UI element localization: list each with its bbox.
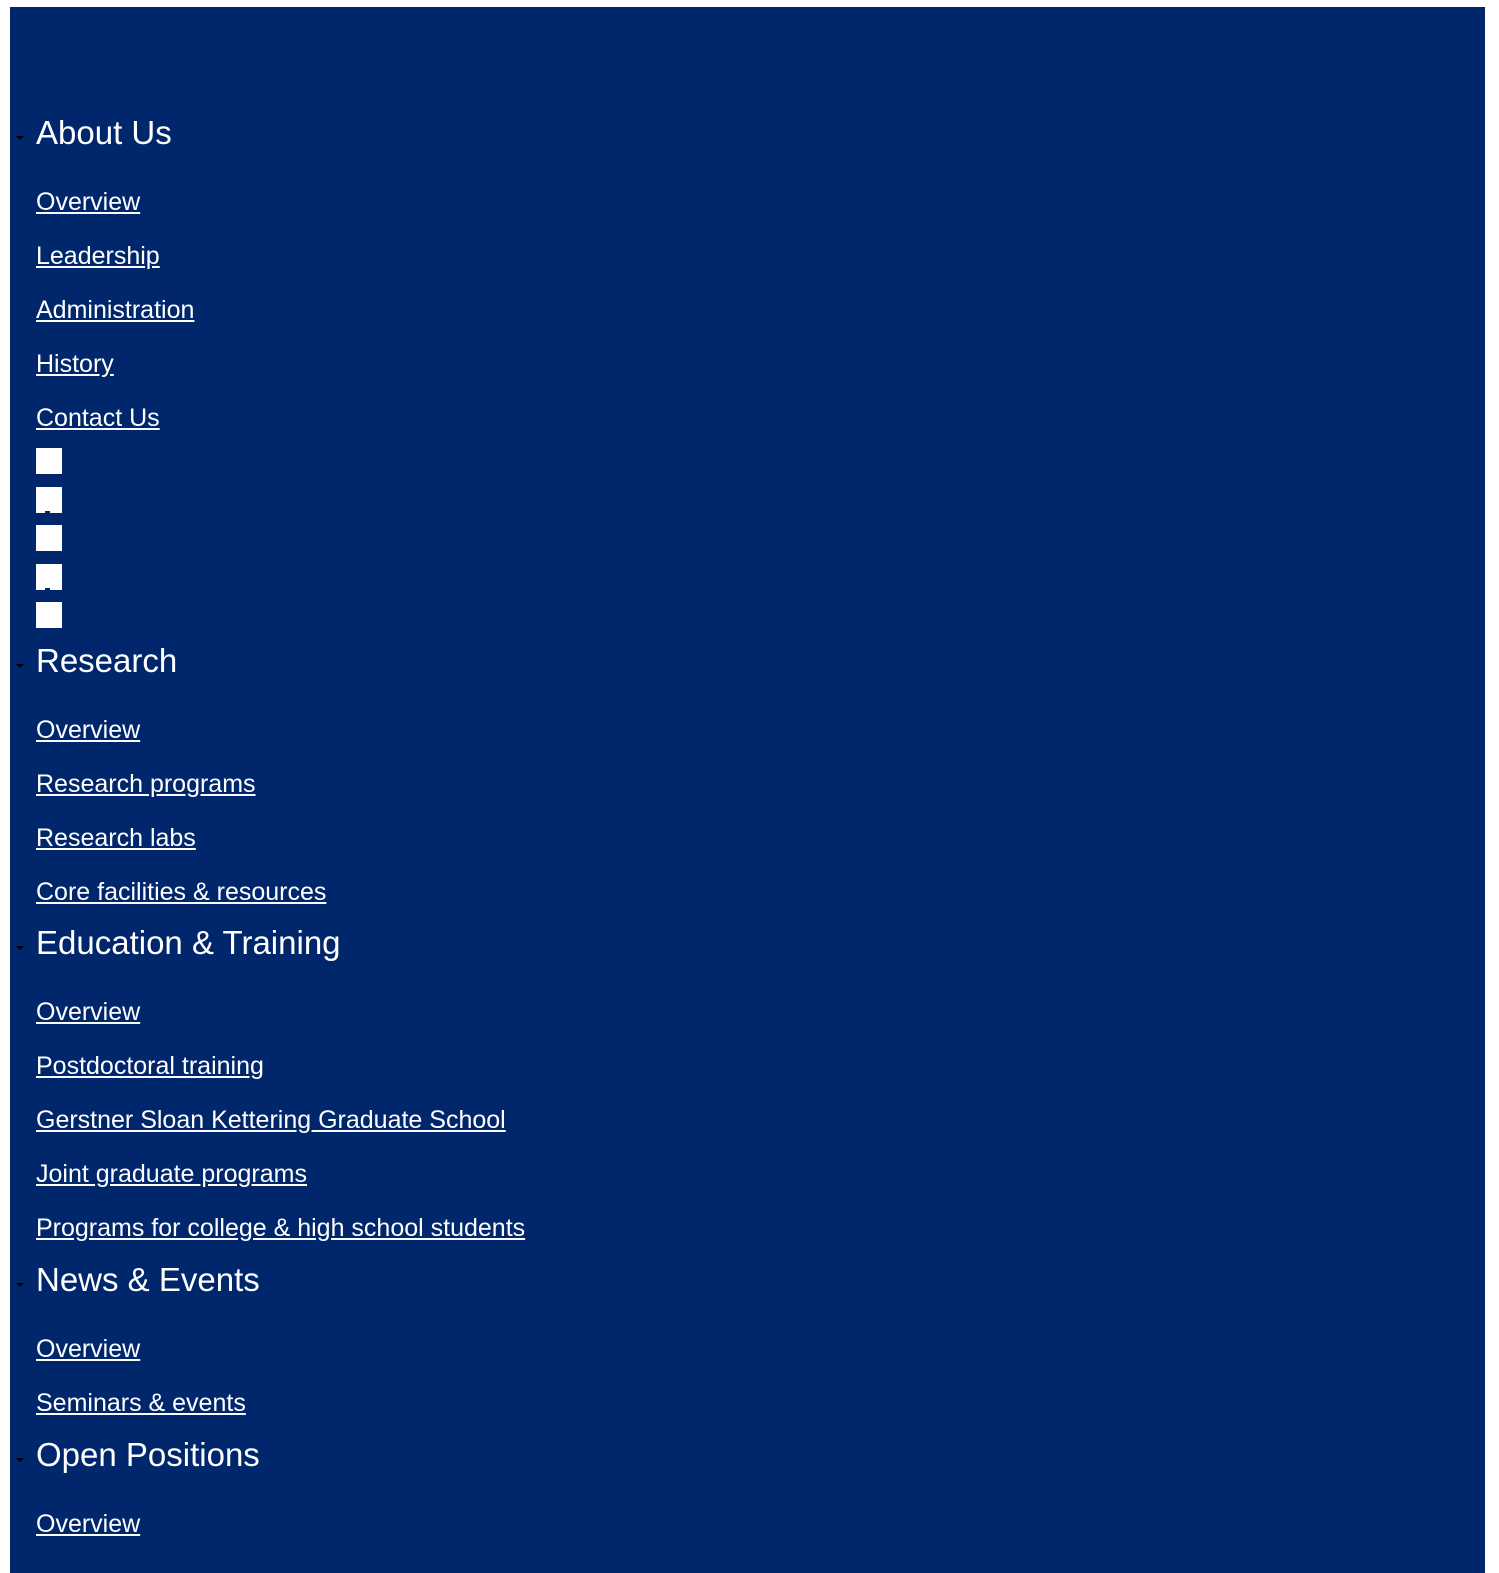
list-item: Seminars & events [10, 1376, 1485, 1430]
list-item: Research labs [10, 811, 1485, 865]
icon-notch [45, 587, 50, 591]
caret-down-icon[interactable] [16, 946, 24, 950]
footer-navigation-panel: About Us Overview Leadership Administrat… [10, 7, 1485, 1573]
link-contact-us[interactable]: Contact Us [36, 403, 160, 433]
section-education-training: Education & Training Overview Postdoctor… [10, 923, 1485, 1242]
caret-down-icon[interactable] [16, 1458, 24, 1462]
section-title: News & Events [36, 1261, 260, 1298]
caret-down-icon[interactable] [16, 136, 24, 140]
social-icon-2[interactable] [36, 486, 62, 514]
link-list: Overview [10, 1497, 1485, 1551]
link-research-labs[interactable]: Research labs [36, 823, 196, 853]
link-overview[interactable]: Overview [36, 715, 140, 745]
section-open-positions: Open Positions Overview [10, 1435, 1485, 1538]
section-header[interactable]: Education & Training [10, 923, 1485, 963]
caret-down-icon[interactable] [16, 1283, 24, 1287]
section-header[interactable]: Open Positions [10, 1435, 1485, 1475]
list-item: Overview [10, 1497, 1485, 1551]
section-research: Research Overview Research programs Rese… [10, 641, 1485, 906]
list-item: Research programs [10, 757, 1485, 811]
list-item: Contact Us [10, 391, 1485, 445]
link-joint-graduate-programs[interactable]: Joint graduate programs [36, 1159, 307, 1189]
social-icon-1[interactable] [36, 448, 62, 474]
section-title: Research [36, 642, 178, 679]
caret-down-icon[interactable] [16, 664, 24, 668]
link-overview[interactable]: Overview [36, 997, 140, 1027]
list-item: Programs for college & high school stude… [10, 1201, 1485, 1255]
link-college-high-school-programs[interactable]: Programs for college & high school stude… [36, 1213, 525, 1243]
section-news-events: News & Events Overview Seminars & events [10, 1260, 1485, 1417]
list-item: Leadership [10, 229, 1485, 283]
link-research-programs[interactable]: Research programs [36, 769, 256, 799]
link-history[interactable]: History [36, 349, 114, 379]
list-item: Core facilities & resources [10, 865, 1485, 919]
list-item: Gerstner Sloan Kettering Graduate School [10, 1093, 1485, 1147]
link-leadership[interactable]: Leadership [36, 241, 160, 271]
link-list: Overview Research programs Research labs… [10, 703, 1485, 919]
link-overview[interactable]: Overview [36, 1509, 140, 1539]
icon-notch [45, 510, 50, 514]
link-overview[interactable]: Overview [36, 187, 140, 217]
list-item: Overview [10, 175, 1485, 229]
list-item: Overview [10, 985, 1485, 1039]
link-overview[interactable]: Overview [36, 1334, 140, 1364]
social-icons [36, 448, 62, 641]
section-about-us: About Us Overview Leadership Administrat… [10, 113, 1485, 432]
section-header[interactable]: Research [10, 641, 1485, 681]
social-icon-5[interactable] [36, 602, 62, 628]
link-postdoctoral-training[interactable]: Postdoctoral training [36, 1051, 264, 1081]
section-title: Education & Training [36, 924, 341, 961]
link-list: Overview Leadership Administration Histo… [10, 175, 1485, 445]
link-list: Overview Postdoctoral training Gerstner … [10, 985, 1485, 1255]
list-item: Joint graduate programs [10, 1147, 1485, 1201]
link-graduate-school[interactable]: Gerstner Sloan Kettering Graduate School [36, 1105, 506, 1135]
section-header[interactable]: About Us [10, 113, 1485, 153]
list-item: History [10, 337, 1485, 391]
link-core-facilities[interactable]: Core facilities & resources [36, 877, 326, 907]
social-icon-3[interactable] [36, 525, 62, 551]
section-header[interactable]: News & Events [10, 1260, 1485, 1300]
social-icon-4[interactable] [36, 563, 62, 591]
link-list: Overview Seminars & events [10, 1322, 1485, 1430]
list-item: Overview [10, 1322, 1485, 1376]
list-item: Postdoctoral training [10, 1039, 1485, 1093]
link-administration[interactable]: Administration [36, 295, 194, 325]
section-title: Open Positions [36, 1436, 260, 1473]
list-item: Administration [10, 283, 1485, 337]
list-item: Overview [10, 703, 1485, 757]
section-title: About Us [36, 114, 172, 151]
link-seminars-events[interactable]: Seminars & events [36, 1388, 246, 1418]
